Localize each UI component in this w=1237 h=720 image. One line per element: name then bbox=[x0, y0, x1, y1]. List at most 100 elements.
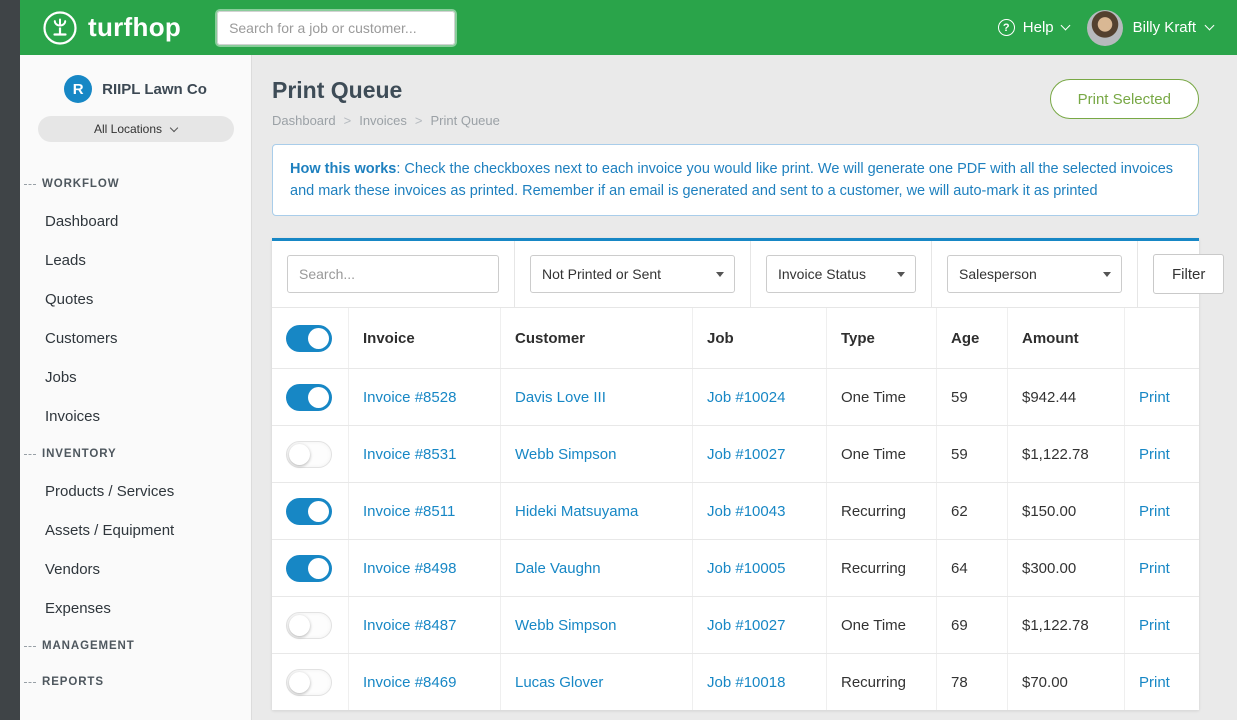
age-cell: 59 bbox=[936, 369, 1007, 425]
amount-cell: $300.00 bbox=[1007, 540, 1124, 596]
print-link[interactable]: Print bbox=[1139, 503, 1170, 520]
col-header-actions bbox=[1124, 308, 1199, 368]
customer-link[interactable]: Webb Simpson bbox=[515, 446, 616, 463]
sidebar-item-expenses[interactable]: Expenses bbox=[20, 589, 251, 628]
locations-dropdown[interactable]: All Locations bbox=[38, 116, 234, 142]
print-selected-button[interactable]: Print Selected bbox=[1050, 79, 1199, 119]
section-label: REPORTS bbox=[42, 676, 104, 688]
type-cell: Recurring bbox=[826, 483, 936, 539]
sidebar-item-leads[interactable]: Leads bbox=[20, 241, 251, 280]
col-header-invoice: Invoice bbox=[348, 308, 500, 368]
brand-logo[interactable]: turfhop bbox=[42, 10, 181, 46]
print-link[interactable]: Print bbox=[1139, 446, 1170, 463]
amount-cell: $150.00 bbox=[1007, 483, 1124, 539]
filter-button[interactable]: Filter bbox=[1153, 254, 1224, 294]
printed-filter-select[interactable]: Not Printed or Sent bbox=[530, 255, 735, 293]
section-label: INVENTORY bbox=[42, 448, 117, 460]
company-name: RIIPL Lawn Co bbox=[102, 81, 207, 98]
row-select-toggle[interactable] bbox=[286, 612, 332, 639]
sidebar-item-customers[interactable]: Customers bbox=[20, 319, 251, 358]
type-cell: Recurring bbox=[826, 540, 936, 596]
company-header: R RIIPL Lawn Co bbox=[20, 75, 251, 103]
job-link[interactable]: Job #10005 bbox=[707, 560, 785, 577]
col-header-type: Type bbox=[826, 308, 936, 368]
chevron-down-icon bbox=[170, 123, 178, 131]
customer-link[interactable]: Dale Vaughn bbox=[515, 560, 601, 577]
amount-cell: $1,122.78 bbox=[1007, 426, 1124, 482]
invoice-link[interactable]: Invoice #8531 bbox=[363, 446, 456, 463]
help-label: Help bbox=[1023, 19, 1054, 36]
customer-link[interactable]: Davis Love III bbox=[515, 389, 606, 406]
sidebar-item-vendors[interactable]: Vendors bbox=[20, 550, 251, 589]
chevron-down-icon bbox=[1060, 21, 1070, 31]
job-link[interactable]: Job #10027 bbox=[707, 617, 785, 634]
row-select-toggle[interactable] bbox=[286, 384, 332, 411]
breadcrumb-print-queue: Print Queue bbox=[431, 113, 500, 128]
type-cell: One Time bbox=[826, 369, 936, 425]
sidebar-item-quotes[interactable]: Quotes bbox=[20, 280, 251, 319]
breadcrumb-dashboard[interactable]: Dashboard bbox=[272, 113, 336, 128]
section-dash-icon bbox=[24, 454, 36, 455]
print-link[interactable]: Print bbox=[1139, 617, 1170, 634]
job-link[interactable]: Job #10043 bbox=[707, 503, 785, 520]
info-banner: How this works: Check the checkboxes nex… bbox=[272, 144, 1199, 216]
col-header-customer: Customer bbox=[500, 308, 692, 368]
chevron-down-icon bbox=[1205, 21, 1215, 31]
sidebar-item-jobs[interactable]: Jobs bbox=[20, 358, 251, 397]
question-circle-icon: ? bbox=[998, 19, 1015, 36]
help-menu[interactable]: ? Help bbox=[998, 19, 1069, 36]
age-cell: 62 bbox=[936, 483, 1007, 539]
global-search-input[interactable] bbox=[217, 11, 455, 45]
invoice-link[interactable]: Invoice #8469 bbox=[363, 674, 456, 691]
job-link[interactable]: Job #10024 bbox=[707, 389, 785, 406]
section-dash-icon bbox=[24, 682, 36, 683]
job-link[interactable]: Job #10027 bbox=[707, 446, 785, 463]
age-cell: 59 bbox=[936, 426, 1007, 482]
select-all-toggle[interactable] bbox=[286, 325, 332, 352]
row-select-toggle[interactable] bbox=[286, 669, 332, 696]
breadcrumb: Dashboard > Invoices > Print Queue bbox=[272, 113, 500, 128]
table-search-input[interactable] bbox=[287, 255, 499, 293]
row-select-toggle[interactable] bbox=[286, 555, 332, 582]
table-row: Invoice #8511 Hideki Matsuyama Job #1004… bbox=[272, 482, 1199, 539]
breadcrumb-invoices[interactable]: Invoices bbox=[359, 113, 407, 128]
brand-name: turfhop bbox=[88, 12, 181, 43]
info-banner-title: How this works bbox=[290, 161, 396, 177]
sidebar: R RIIPL Lawn Co All Locations WORKFLOW D… bbox=[20, 55, 252, 720]
filter-bar: Not Printed or Sent Invoice Status bbox=[272, 241, 1199, 308]
sidebar-nav: WORKFLOW Dashboard Leads Quotes Customer… bbox=[20, 166, 251, 700]
customer-link[interactable]: Webb Simpson bbox=[515, 617, 616, 634]
type-cell: One Time bbox=[826, 597, 936, 653]
invoice-link[interactable]: Invoice #8528 bbox=[363, 389, 456, 406]
salesperson-value: Salesperson bbox=[959, 266, 1037, 282]
table-header-row: Invoice Customer Job Type Age Amount bbox=[272, 308, 1199, 368]
amount-cell: $1,122.78 bbox=[1007, 597, 1124, 653]
page-title: Print Queue bbox=[272, 77, 500, 104]
sidebar-item-invoices[interactable]: Invoices bbox=[20, 397, 251, 436]
col-header-amount: Amount bbox=[1007, 308, 1124, 368]
print-link[interactable]: Print bbox=[1139, 389, 1170, 406]
nav-section-reports: REPORTS bbox=[20, 664, 251, 700]
invoice-link[interactable]: Invoice #8487 bbox=[363, 617, 456, 634]
print-link[interactable]: Print bbox=[1139, 560, 1170, 577]
invoice-status-select[interactable]: Invoice Status bbox=[766, 255, 916, 293]
customer-link[interactable]: Hideki Matsuyama bbox=[515, 503, 638, 520]
user-menu[interactable]: Billy Kraft bbox=[1087, 10, 1213, 46]
table-row: Invoice #8531 Webb Simpson Job #10027 On… bbox=[272, 425, 1199, 482]
avatar bbox=[1087, 10, 1123, 46]
sidebar-item-assets-equipment[interactable]: Assets / Equipment bbox=[20, 511, 251, 550]
locations-label: All Locations bbox=[94, 122, 162, 136]
invoice-link[interactable]: Invoice #8498 bbox=[363, 560, 456, 577]
salesperson-select[interactable]: Salesperson bbox=[947, 255, 1122, 293]
print-link[interactable]: Print bbox=[1139, 674, 1170, 691]
company-logo-icon: R bbox=[64, 75, 92, 103]
row-select-toggle[interactable] bbox=[286, 441, 332, 468]
sidebar-item-dashboard[interactable]: Dashboard bbox=[20, 202, 251, 241]
invoice-link[interactable]: Invoice #8511 bbox=[363, 503, 455, 520]
job-link[interactable]: Job #10018 bbox=[707, 674, 785, 691]
caret-down-icon bbox=[716, 272, 724, 277]
row-select-toggle[interactable] bbox=[286, 498, 332, 525]
section-dash-icon bbox=[24, 184, 36, 185]
sidebar-item-products-services[interactable]: Products / Services bbox=[20, 472, 251, 511]
customer-link[interactable]: Lucas Glover bbox=[515, 674, 603, 691]
